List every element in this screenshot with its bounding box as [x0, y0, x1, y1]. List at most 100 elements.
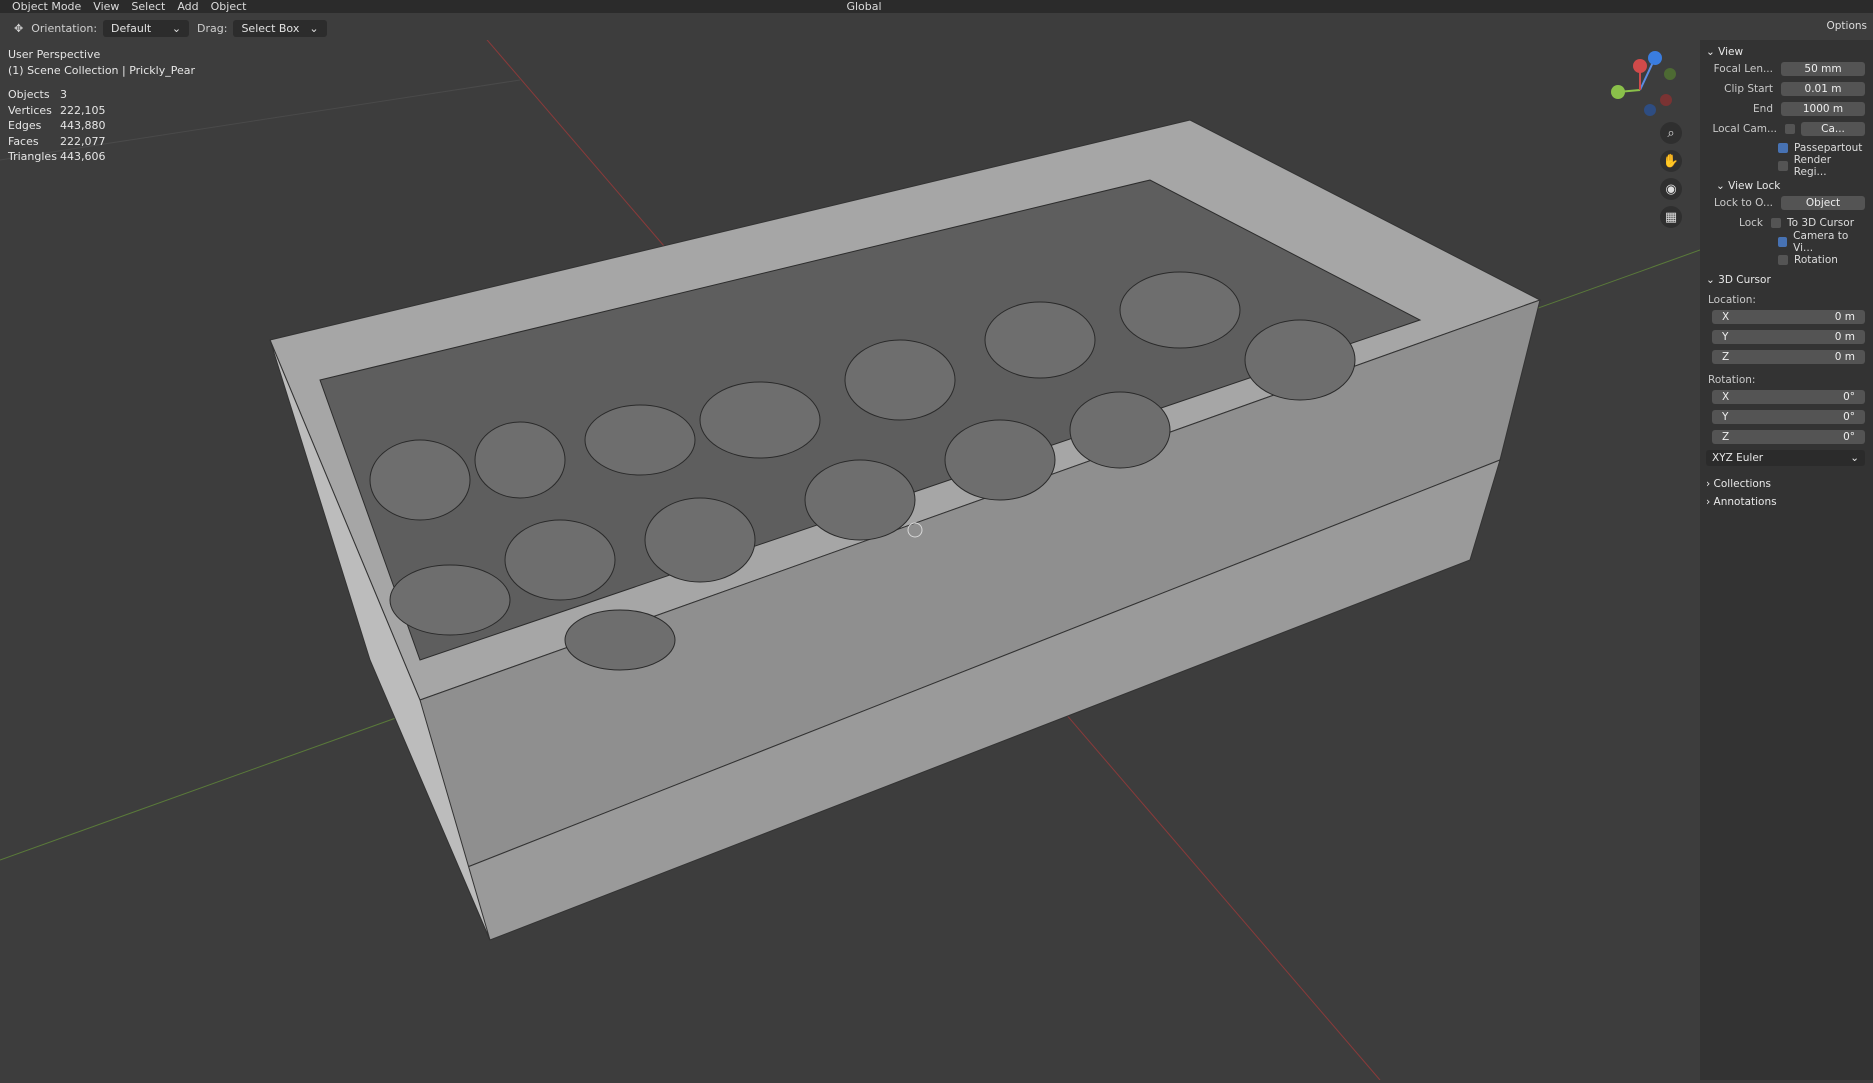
clip-start-field[interactable]: 0.01 m	[1781, 82, 1865, 96]
3d-cursor-section-header[interactable]: ⌄ 3D Cursor	[1706, 274, 1865, 286]
render-region-row: Render Regi...	[1778, 154, 1865, 178]
annotations-section-header[interactable]: › Annotations	[1706, 496, 1865, 508]
stat-key: Objects	[8, 88, 50, 101]
stat-row: Objects 3	[8, 87, 106, 103]
pear-mesh	[944, 419, 1056, 501]
pear-mesh	[564, 609, 676, 671]
pan-hand-icon[interactable]: ✋	[1660, 150, 1682, 172]
menu-object[interactable]: Object	[211, 0, 247, 13]
local-camera-checkbox[interactable]	[1785, 124, 1795, 134]
focal-length-row: Focal Len... 50 mm	[1706, 60, 1865, 78]
pear-mesh	[984, 301, 1096, 379]
pear-mesh	[804, 459, 916, 541]
location-y-field[interactable]: Y 0 m	[1712, 330, 1865, 344]
chevron-down-icon: ⌄	[171, 21, 182, 35]
pear-mesh	[504, 519, 616, 601]
stat-key: Faces	[8, 134, 39, 148]
location-y-row[interactable]: Y 0 m	[1706, 328, 1865, 346]
clip-end-field[interactable]: 1000 m	[1781, 102, 1865, 116]
menu-add[interactable]: Add	[177, 0, 198, 13]
pear-mesh	[474, 421, 566, 499]
chevron-down-icon: ⌄	[1850, 452, 1859, 464]
collections-section-header[interactable]: › Collections	[1706, 478, 1865, 490]
viewport-scene	[0, 19, 1701, 1081]
stat-key: Triangles	[8, 150, 57, 163]
collections-title: Collections	[1713, 478, 1771, 490]
neg-z-axis-icon[interactable]	[1644, 104, 1656, 116]
view-lock-section-header[interactable]: ⌄ View Lock	[1716, 180, 1865, 192]
3d-viewport[interactable]	[0, 19, 1701, 1081]
location-x-row[interactable]: X 0 m	[1706, 308, 1865, 326]
lock-to-object-row: Lock to O... Object	[1706, 194, 1865, 212]
viewport-navigation: ⌕ ✋ ◉ ▦	[1660, 122, 1682, 228]
stat-value: 3	[60, 88, 67, 101]
lock-label: Lock	[1739, 217, 1763, 229]
axis-label: Z	[1722, 351, 1730, 363]
camera-to-view-checkbox[interactable]	[1778, 237, 1788, 247]
location-label: Location:	[1708, 294, 1756, 306]
axis-label: X	[1722, 391, 1730, 403]
rotation-x-row[interactable]: X 0°	[1706, 388, 1865, 406]
rotation-z-field[interactable]: Z 0°	[1712, 430, 1865, 444]
x-axis-icon[interactable]	[1633, 59, 1647, 73]
menu-select[interactable]: Select	[131, 0, 165, 13]
orientation-value: Default	[111, 21, 152, 35]
local-camera-field[interactable]: Ca...	[1801, 122, 1865, 136]
options-button[interactable]: Options	[1826, 20, 1867, 32]
rotation-x-field[interactable]: X 0°	[1712, 390, 1865, 404]
pear-mesh	[1244, 319, 1356, 401]
drag-dropdown[interactable]: Select Box ⌄	[233, 19, 327, 37]
rotation-mode-dropdown[interactable]: XYZ Euler ⌄	[1706, 450, 1865, 466]
axis-value: 0 m	[1834, 311, 1855, 323]
rotation-label: Rotation:	[1708, 374, 1756, 386]
stat-key: Edges	[8, 119, 42, 132]
passepartout-checkbox[interactable]	[1778, 143, 1788, 153]
rotation-y-row[interactable]: Y 0°	[1706, 408, 1865, 426]
location-z-field[interactable]: Z 0 m	[1712, 350, 1865, 364]
transform-orientation-dropdown[interactable]: Global	[846, 0, 881, 13]
location-x-field[interactable]: X 0 m	[1712, 310, 1865, 324]
to-3d-cursor-label: To 3D Cursor	[1787, 217, 1855, 229]
view-section-header[interactable]: ⌄ View	[1706, 46, 1865, 58]
pear-mesh	[644, 497, 756, 583]
viewport-info: User Perspective (1) Scene Collection | …	[8, 47, 195, 79]
axis-value: 0°	[1843, 391, 1855, 403]
menu-view[interactable]: View	[93, 0, 119, 13]
z-axis-icon[interactable]	[1648, 51, 1662, 65]
to-3d-cursor-checkbox[interactable]	[1771, 218, 1781, 228]
rotation-y-field[interactable]: Y 0°	[1712, 410, 1865, 424]
rotation-z-row[interactable]: Z 0°	[1706, 428, 1865, 446]
perspective-label: User Perspective	[8, 48, 101, 61]
pear-mesh	[584, 404, 696, 476]
clip-start-row: Clip Start 0.01 m	[1706, 80, 1865, 98]
camera-view-icon[interactable]: ◉	[1660, 178, 1682, 200]
chevron-down-icon: ⌄	[309, 21, 319, 35]
neg-x-axis-icon[interactable]	[1660, 94, 1672, 106]
camera-to-view-label: Camera to Vi...	[1793, 230, 1849, 254]
focal-length-field[interactable]: 50 mm	[1781, 62, 1865, 76]
render-region-checkbox[interactable]	[1778, 161, 1788, 171]
drag-label: Drag:	[197, 21, 228, 35]
y-axis-icon[interactable]	[1611, 85, 1625, 99]
stat-value: 222,077	[60, 134, 106, 148]
zoom-icon[interactable]: ⌕	[1660, 122, 1682, 144]
rotation-lock-checkbox[interactable]	[1778, 255, 1788, 265]
clip-end-label: End	[1753, 103, 1773, 115]
orientation-dropdown[interactable]: Default ⌄	[103, 19, 190, 37]
lock-to-object-field[interactable]: Object	[1781, 196, 1865, 210]
mode-dropdown[interactable]: Object Mode	[12, 0, 81, 13]
chevron-right-icon: ›	[1706, 478, 1714, 490]
3d-cursor-title: 3D Cursor	[1718, 274, 1771, 286]
view-section-title: View	[1718, 46, 1744, 58]
stat-key: Vertices	[8, 103, 52, 117]
render-region-label: Render Regi...	[1793, 154, 1832, 178]
neg-y-axis-icon[interactable]	[1664, 68, 1676, 80]
navigation-gizmo[interactable]	[1600, 50, 1680, 130]
scene-statistics: Objects 3 Vertices 222,105 Edges 443,880 Fa…	[8, 87, 106, 165]
grid-view-icon[interactable]: ▦	[1660, 206, 1682, 228]
view-lock-title: View Lock	[1728, 180, 1781, 192]
move-icon[interactable]: ✥	[14, 22, 23, 35]
axis-label: Z	[1722, 431, 1730, 443]
location-z-row[interactable]: Z 0 m	[1706, 348, 1865, 366]
pear-mesh	[369, 439, 471, 521]
